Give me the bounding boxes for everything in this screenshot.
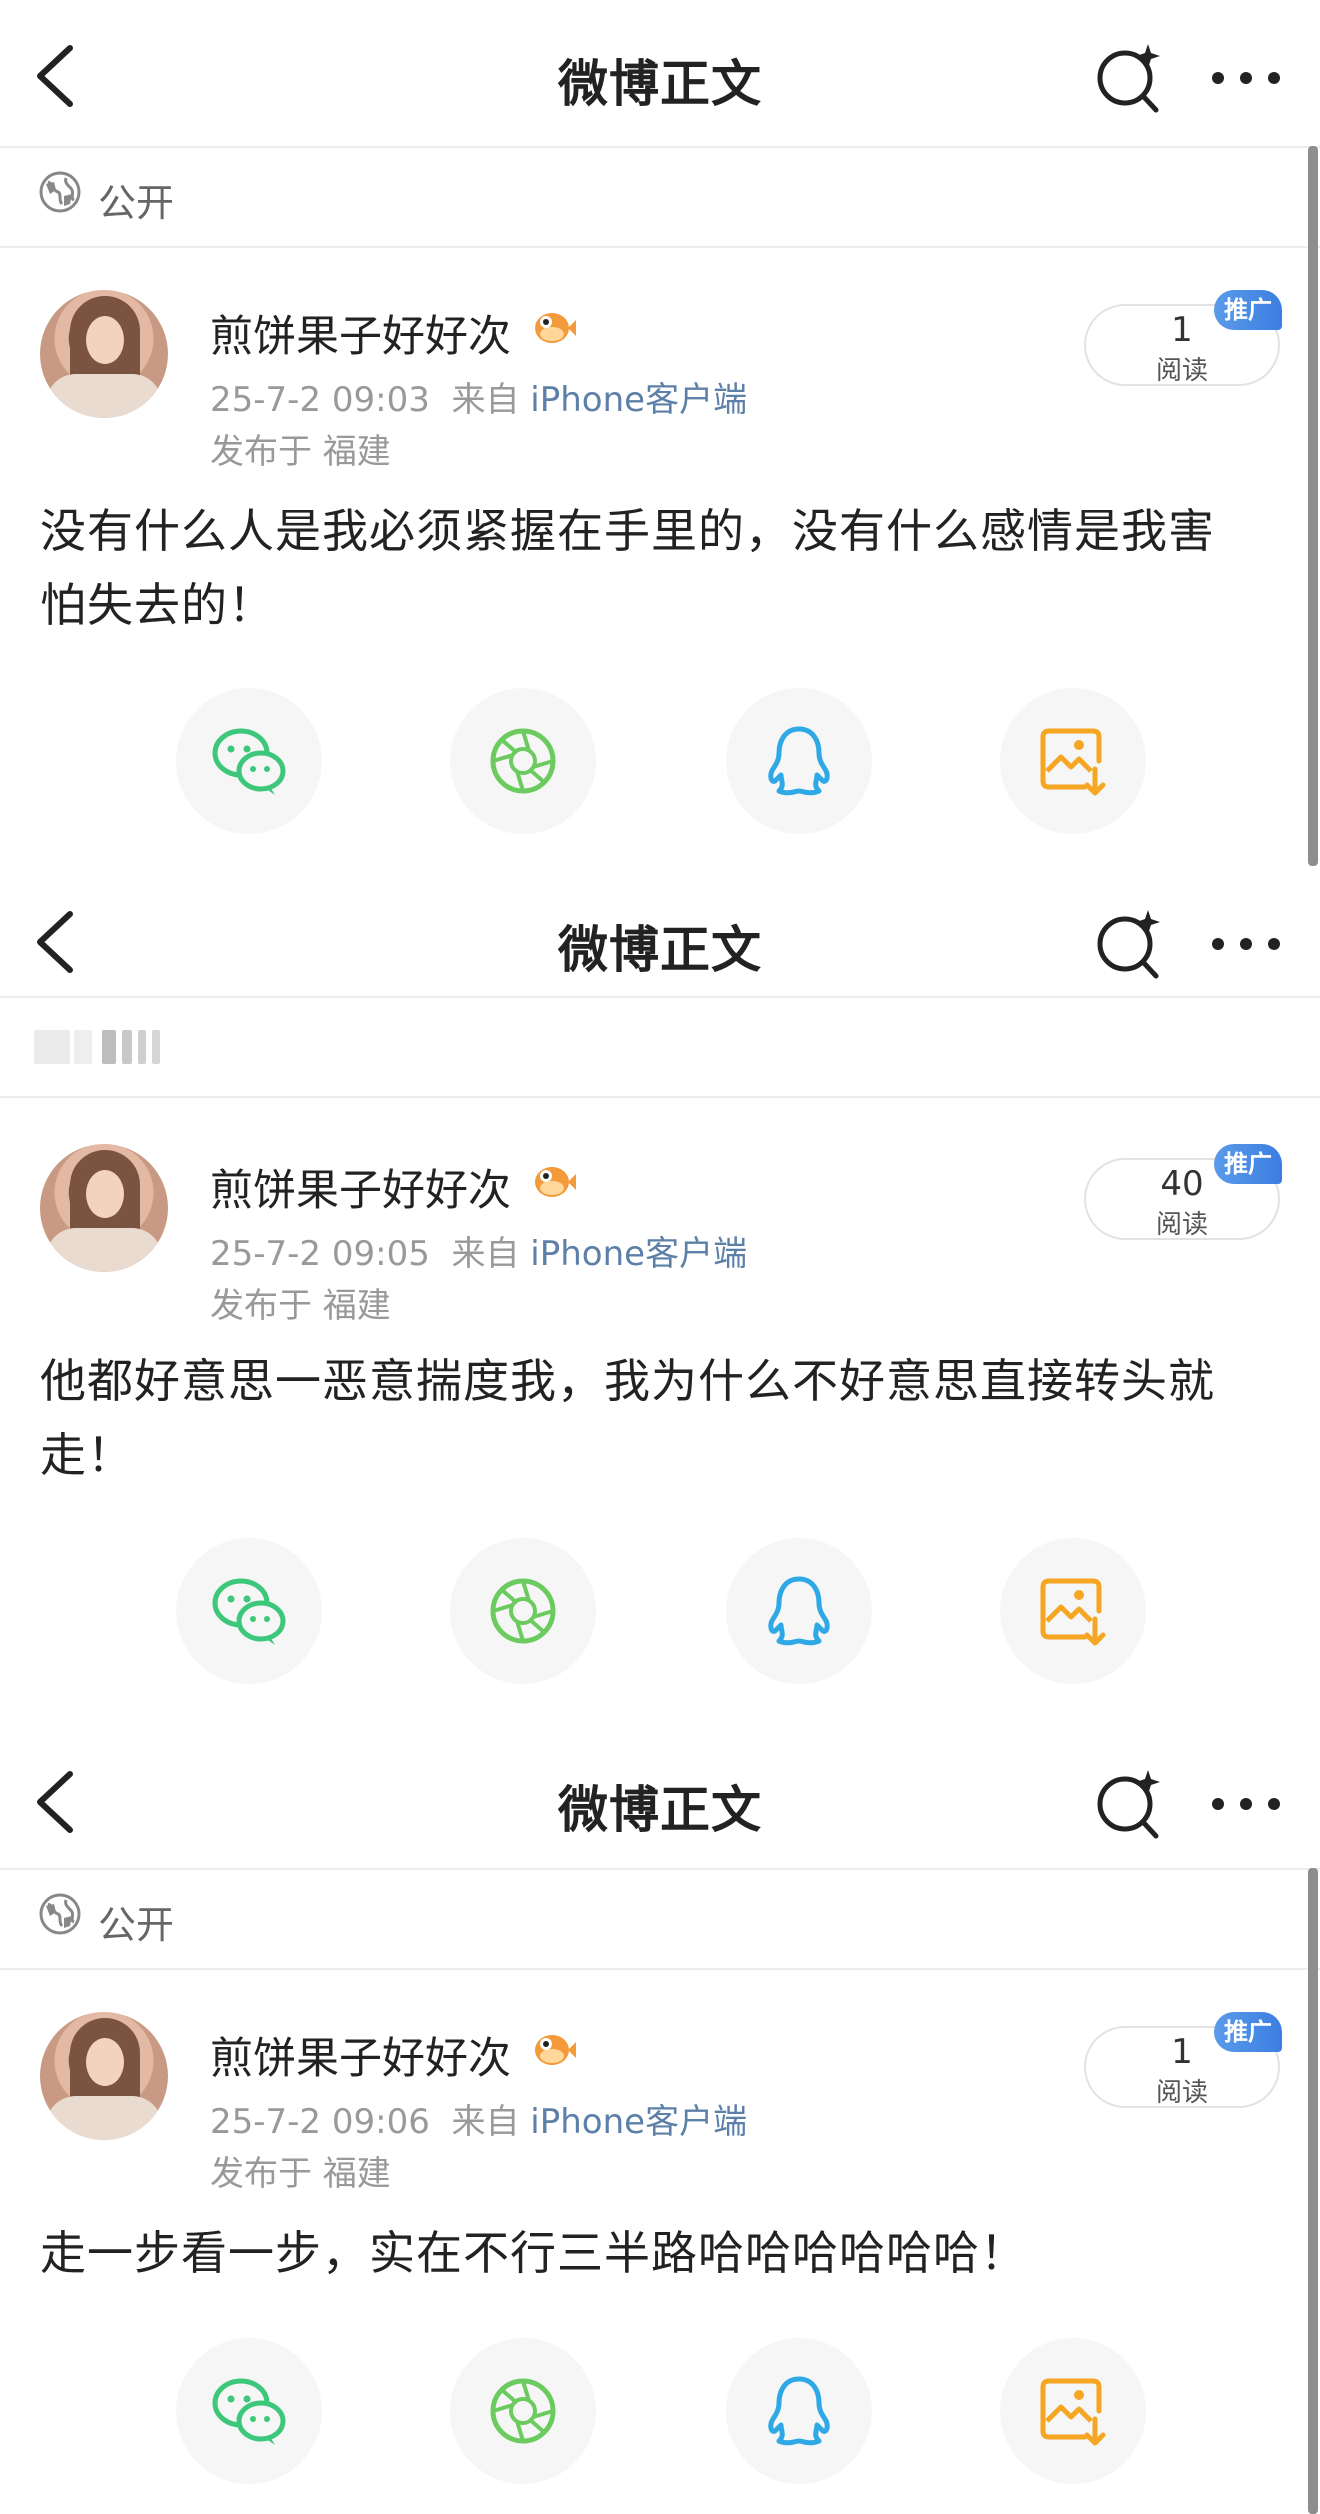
share-qq-button[interactable] (726, 688, 872, 834)
post-meta: 25-7-2 09:06 来自 iPhone客户端 (210, 2094, 747, 2143)
save-image-button[interactable] (1000, 1538, 1146, 1684)
more-dots-icon (1212, 1798, 1280, 1810)
post-source-link[interactable]: iPhone客户端 (530, 1234, 747, 1274)
share-wechat-button[interactable] (176, 1538, 322, 1684)
author-name[interactable]: 煎饼果子好好次 (210, 302, 511, 364)
visibility-row: 公开 (0, 148, 1320, 246)
post-source-link[interactable]: iPhone客户端 (530, 2102, 747, 2142)
nav-bar: 微博正文 (0, 866, 1320, 1012)
post-source-link[interactable]: iPhone客户端 (530, 380, 747, 420)
pufferfish-badge-icon (535, 1167, 576, 1197)
post-location: 发布于 福建 (210, 432, 391, 472)
save-image-icon (1040, 728, 1106, 796)
qq-icon (768, 2376, 830, 2446)
read-label: 阅读 (1155, 2078, 1208, 2108)
globe-icon (39, 171, 81, 213)
read-label: 阅读 (1155, 1210, 1208, 1240)
from-prefix: 来自 (451, 380, 520, 420)
author-name[interactable]: 煎饼果子好好次 (210, 2024, 511, 2086)
scrollbar[interactable] (1308, 1868, 1318, 2514)
more-dots-icon (1212, 72, 1280, 84)
moments-icon (490, 728, 556, 794)
avatar[interactable] (40, 1144, 168, 1272)
share-moments-button[interactable] (450, 2338, 596, 2484)
post-screen-1: 微博正文 公开 煎饼果子好好次 25-7-2 09:03 来自 iPhone客户… (0, 0, 1320, 866)
divider (0, 1968, 1320, 1970)
pufferfish-badge-icon (535, 2035, 576, 2065)
visibility-label: 公开 (98, 181, 175, 225)
nav-bar: 微博正文 (0, 0, 1320, 146)
moments-icon (490, 2378, 556, 2444)
save-image-icon (1040, 1578, 1106, 1646)
post-content: 走一步看一步，实在不行三半路哈哈哈哈哈哈！ (40, 2226, 1027, 2280)
save-image-icon (1040, 2378, 1106, 2446)
qq-icon (768, 726, 830, 796)
scrollbar[interactable] (1308, 146, 1318, 866)
avatar[interactable] (40, 290, 168, 418)
author-name[interactable]: 煎饼果子好好次 (210, 1156, 511, 1218)
search-sparkle-icon (1097, 1770, 1160, 1839)
share-wechat-button[interactable] (176, 688, 322, 834)
search-button[interactable] (1092, 906, 1168, 982)
divider (0, 1096, 1320, 1098)
wechat-icon (212, 1578, 286, 1645)
promote-badge[interactable]: 推广 (1214, 290, 1282, 330)
nav-bar: 微博正文 (0, 1726, 1320, 1872)
share-wechat-button[interactable] (176, 2338, 322, 2484)
post-meta: 25-7-2 09:05 来自 iPhone客户端 (210, 1226, 747, 1275)
from-prefix: 来自 (451, 1234, 520, 1274)
post-time: 25-7-2 09:05 (210, 1234, 430, 1274)
save-image-button[interactable] (1000, 688, 1146, 834)
wechat-icon (212, 2378, 286, 2445)
post-meta: 25-7-2 09:03 来自 iPhone客户端 (210, 372, 747, 421)
post-content: 他都好意思一恶意揣度我，我为什么不好意思直接转头就走！ (40, 1354, 1215, 1482)
post-time: 25-7-2 09:03 (210, 380, 430, 420)
more-button[interactable] (1206, 914, 1286, 974)
share-qq-button[interactable] (726, 1538, 872, 1684)
read-label: 阅读 (1155, 356, 1208, 386)
share-moments-button[interactable] (450, 1538, 596, 1684)
moments-icon (490, 1578, 556, 1644)
more-button[interactable] (1206, 1774, 1286, 1834)
blurred-visibility-label (34, 1024, 174, 1068)
search-sparkle-icon (1097, 44, 1160, 113)
post-location: 发布于 福建 (210, 1286, 391, 1326)
qq-icon (768, 1576, 830, 1646)
search-sparkle-icon (1097, 910, 1160, 979)
post-location: 发布于 福建 (210, 2154, 391, 2194)
visibility-row: 公开 (0, 1870, 1320, 1968)
promote-badge[interactable]: 推广 (1214, 2012, 1282, 2052)
post-content: 没有什么人是我必须紧握在手里的，没有什么感情是我害怕失去的！ (40, 504, 1215, 632)
visibility-row (0, 998, 1320, 1096)
promote-badge[interactable]: 推广 (1214, 1144, 1282, 1184)
more-dots-icon (1212, 938, 1280, 950)
post-time: 25-7-2 09:06 (210, 2102, 430, 2142)
avatar[interactable] (40, 2012, 168, 2140)
search-button[interactable] (1092, 40, 1168, 116)
visibility-label: 公开 (98, 1903, 175, 1947)
globe-icon (39, 1893, 81, 1935)
from-prefix: 来自 (451, 2102, 520, 2142)
wechat-icon (212, 728, 286, 795)
pufferfish-badge-icon (535, 313, 576, 343)
post-screen-3: 微博正文 公开 煎饼果子好好次 25-7-2 09:06 来自 iPhone客户… (0, 1726, 1320, 2514)
divider (0, 246, 1320, 248)
save-image-button[interactable] (1000, 2338, 1146, 2484)
share-moments-button[interactable] (450, 688, 596, 834)
more-button[interactable] (1206, 48, 1286, 108)
search-button[interactable] (1092, 1766, 1168, 1842)
share-qq-button[interactable] (726, 2338, 872, 2484)
post-screen-2: 微博正文 煎饼果子好好次 25-7-2 09:05 来自 iPhone客户端 发… (0, 866, 1320, 1726)
